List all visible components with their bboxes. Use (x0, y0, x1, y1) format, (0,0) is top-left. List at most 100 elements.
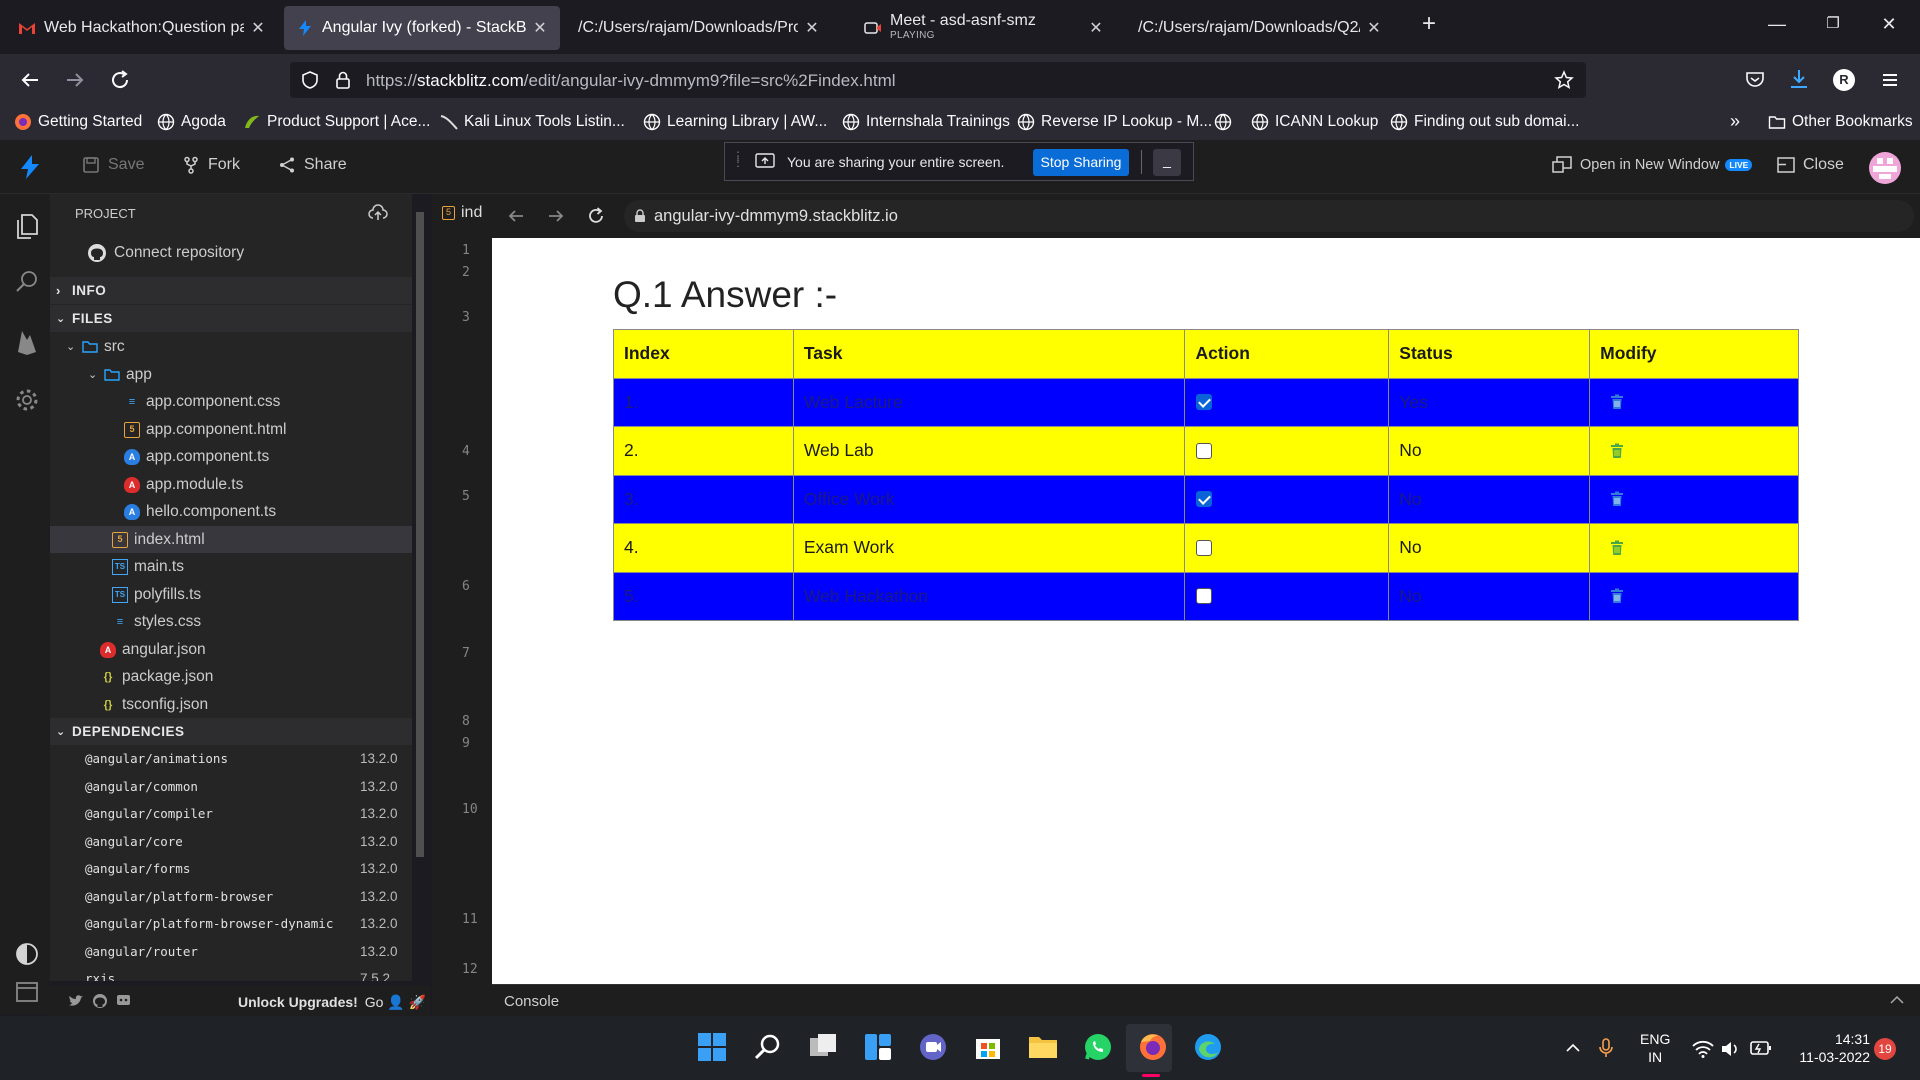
github-icon[interactable] (92, 993, 108, 1009)
trash-icon[interactable] (1610, 588, 1624, 604)
tree-folder-src[interactable]: ⌄ src (50, 333, 412, 360)
bookmark-learning-library[interactable]: Learning Library | AW... (643, 113, 827, 131)
bookmark-unnamed[interactable] (1214, 113, 1238, 131)
bookmark-subdomain[interactable]: Finding out sub domai... (1390, 113, 1579, 131)
dependency-row[interactable]: @angular/forms 13.2.0 (50, 855, 412, 882)
gear-icon[interactable] (13, 386, 41, 414)
menu-icon[interactable] (1880, 70, 1900, 90)
language-indicator[interactable]: ENG IN (1640, 1030, 1670, 1066)
cloud-upload-icon[interactable] (368, 204, 388, 222)
widgets-icon[interactable] (861, 1030, 895, 1064)
tree-file-polyfills-ts[interactable]: TS polyfills.ts (50, 581, 412, 608)
tab-stackblitz[interactable]: Angular Ivy (forked) - StackBlitz ✕ (284, 6, 560, 50)
new-tab-button[interactable]: + (1414, 10, 1444, 37)
tree-file-angular-json[interactable]: Aangular.json (50, 636, 412, 663)
twitter-icon[interactable] (68, 994, 84, 1008)
lock-icon[interactable] (334, 70, 352, 90)
tab-downloads-q2[interactable]: /C:/Users/rajam/Downloads/Q2/ind ✕ (1126, 6, 1394, 50)
volume-icon[interactable] (1720, 1040, 1740, 1058)
url-bar[interactable]: https://stackblitz.com/edit/angular-ivy-… (290, 62, 1586, 98)
tab-meet[interactable]: Meet - asd-asnf-smz PLAYING ✕ (852, 6, 1116, 50)
bookmark-other[interactable]: Other Bookmarks (1768, 113, 1913, 131)
system-clock[interactable]: 14:31 11-03-2022 (1790, 1030, 1870, 1066)
battery-icon[interactable] (1750, 1040, 1772, 1056)
files-section[interactable]: ⌄ FILES (50, 305, 412, 332)
preview-reload-icon[interactable] (586, 206, 606, 226)
bookmark-internshala[interactable]: Internshala Trainings (842, 113, 1010, 131)
windows-start-icon[interactable] (695, 1030, 729, 1064)
chevron-up-icon[interactable] (1565, 1042, 1581, 1054)
tree-file-styles-css[interactable]: ≡ styles.css (50, 608, 412, 635)
dependency-row[interactable]: @angular/compiler 13.2.0 (50, 800, 412, 827)
whatsapp-icon[interactable] (1081, 1030, 1115, 1064)
dependency-row[interactable]: @angular/common 13.2.0 (50, 773, 412, 800)
editor-tab-index-html[interactable]: 5 ind (442, 204, 482, 222)
chevron-up-icon[interactable] (1890, 995, 1904, 1005)
trash-icon[interactable] (1610, 394, 1624, 410)
tree-file-package-json[interactable]: {} package.json (50, 663, 412, 690)
bookmark-product-support[interactable]: Product Support | Ace... (243, 113, 430, 131)
window-close-button[interactable]: ✕ (1874, 14, 1904, 40)
tree-file-app-component-ts[interactable]: Aapp.component.ts (50, 443, 412, 470)
pocket-icon[interactable] (1744, 68, 1766, 90)
layout-icon[interactable] (13, 978, 41, 1006)
drag-handle-icon[interactable]: ⋮ ⋮ (732, 150, 744, 168)
more-bookmarks-chevron-icon[interactable]: » (1730, 111, 1740, 132)
star-icon[interactable] (1554, 70, 1574, 90)
task-done-checkbox[interactable] (1196, 442, 1213, 459)
task-done-checkbox[interactable] (1196, 588, 1213, 605)
task-done-checkbox[interactable] (1196, 491, 1213, 508)
microphone-icon[interactable] (1599, 1038, 1613, 1058)
store-icon[interactable] (971, 1030, 1005, 1064)
close-icon[interactable]: ✕ (804, 18, 820, 38)
edge-icon[interactable] (1191, 1030, 1225, 1064)
tree-file-app-component-css[interactable]: ≡ app.component.css (50, 388, 412, 415)
user-avatar[interactable] (1869, 152, 1901, 184)
profile-avatar[interactable]: R (1833, 69, 1855, 91)
download-icon[interactable] (1788, 68, 1810, 90)
share-button[interactable]: Share (278, 156, 347, 174)
restore-button[interactable]: ❐ (1818, 14, 1848, 40)
stop-sharing-button[interactable]: Stop Sharing (1033, 149, 1129, 176)
teams-chat-icon[interactable] (916, 1030, 950, 1064)
tree-folder-app[interactable]: ⌄ app (50, 361, 412, 388)
search-icon[interactable] (13, 268, 41, 296)
minimize-share-bar-button[interactable]: _ (1153, 149, 1181, 176)
tree-file-main-ts[interactable]: TS main.ts (50, 553, 412, 580)
close-icon[interactable]: ✕ (1366, 18, 1382, 38)
trash-icon[interactable] (1610, 540, 1624, 556)
unlock-upgrades-link[interactable]: Unlock Upgrades! Go 👤 🚀 (238, 994, 426, 1011)
sidebar-scrollbar[interactable] (416, 212, 424, 857)
dependencies-section[interactable]: ⌄ DEPENDENCIES (50, 718, 412, 745)
bookmark-getting-started[interactable]: Getting Started (14, 113, 142, 131)
preview-url-bar[interactable]: angular-ivy-dmmym9.stackblitz.io (624, 200, 1914, 232)
close-icon[interactable]: ✕ (532, 18, 548, 38)
dependency-row[interactable]: @angular/platform-browser-dynamic 13.2.0 (50, 910, 412, 937)
dependency-row[interactable]: @angular/animations 13.2.0 (50, 745, 412, 772)
close-preview-button[interactable]: Close (1777, 156, 1844, 174)
stackblitz-logo-icon[interactable] (18, 154, 42, 180)
discord-icon[interactable] (116, 994, 131, 1008)
tree-file-tsconfig-json[interactable]: {} tsconfig.json (50, 691, 412, 718)
search-icon[interactable] (751, 1030, 785, 1064)
wifi-icon[interactable] (1692, 1040, 1714, 1058)
minimize-button[interactable]: — (1762, 14, 1792, 40)
task-done-checkbox[interactable] (1196, 539, 1213, 556)
preview-back-icon[interactable] (506, 206, 526, 226)
tree-file-app-component-html[interactable]: 5 app.component.html (50, 416, 412, 443)
bookmark-agoda[interactable]: Agoda (157, 113, 226, 131)
theme-toggle-icon[interactable] (13, 940, 41, 968)
bookmark-kali[interactable]: Kali Linux Tools Listin... (440, 113, 625, 131)
dependency-row[interactable]: @angular/platform-browser 13.2.0 (50, 883, 412, 910)
files-icon[interactable] (13, 212, 41, 240)
file-explorer-icon[interactable] (1026, 1030, 1060, 1064)
tree-file-index-html[interactable]: 5 index.html (50, 526, 412, 553)
info-section[interactable]: › INFO (50, 277, 412, 304)
fork-button[interactable]: Fork (182, 156, 240, 174)
bookmark-icann[interactable]: ICANN Lookup (1251, 113, 1378, 131)
tab-downloads-project[interactable]: /C:/Users/rajam/Downloads/Project ✕ (566, 6, 832, 50)
reload-icon[interactable] (106, 66, 134, 94)
close-icon[interactable]: ✕ (250, 18, 266, 38)
connect-repository[interactable]: Connect repository (50, 239, 412, 266)
task-view-icon[interactable] (806, 1030, 840, 1064)
